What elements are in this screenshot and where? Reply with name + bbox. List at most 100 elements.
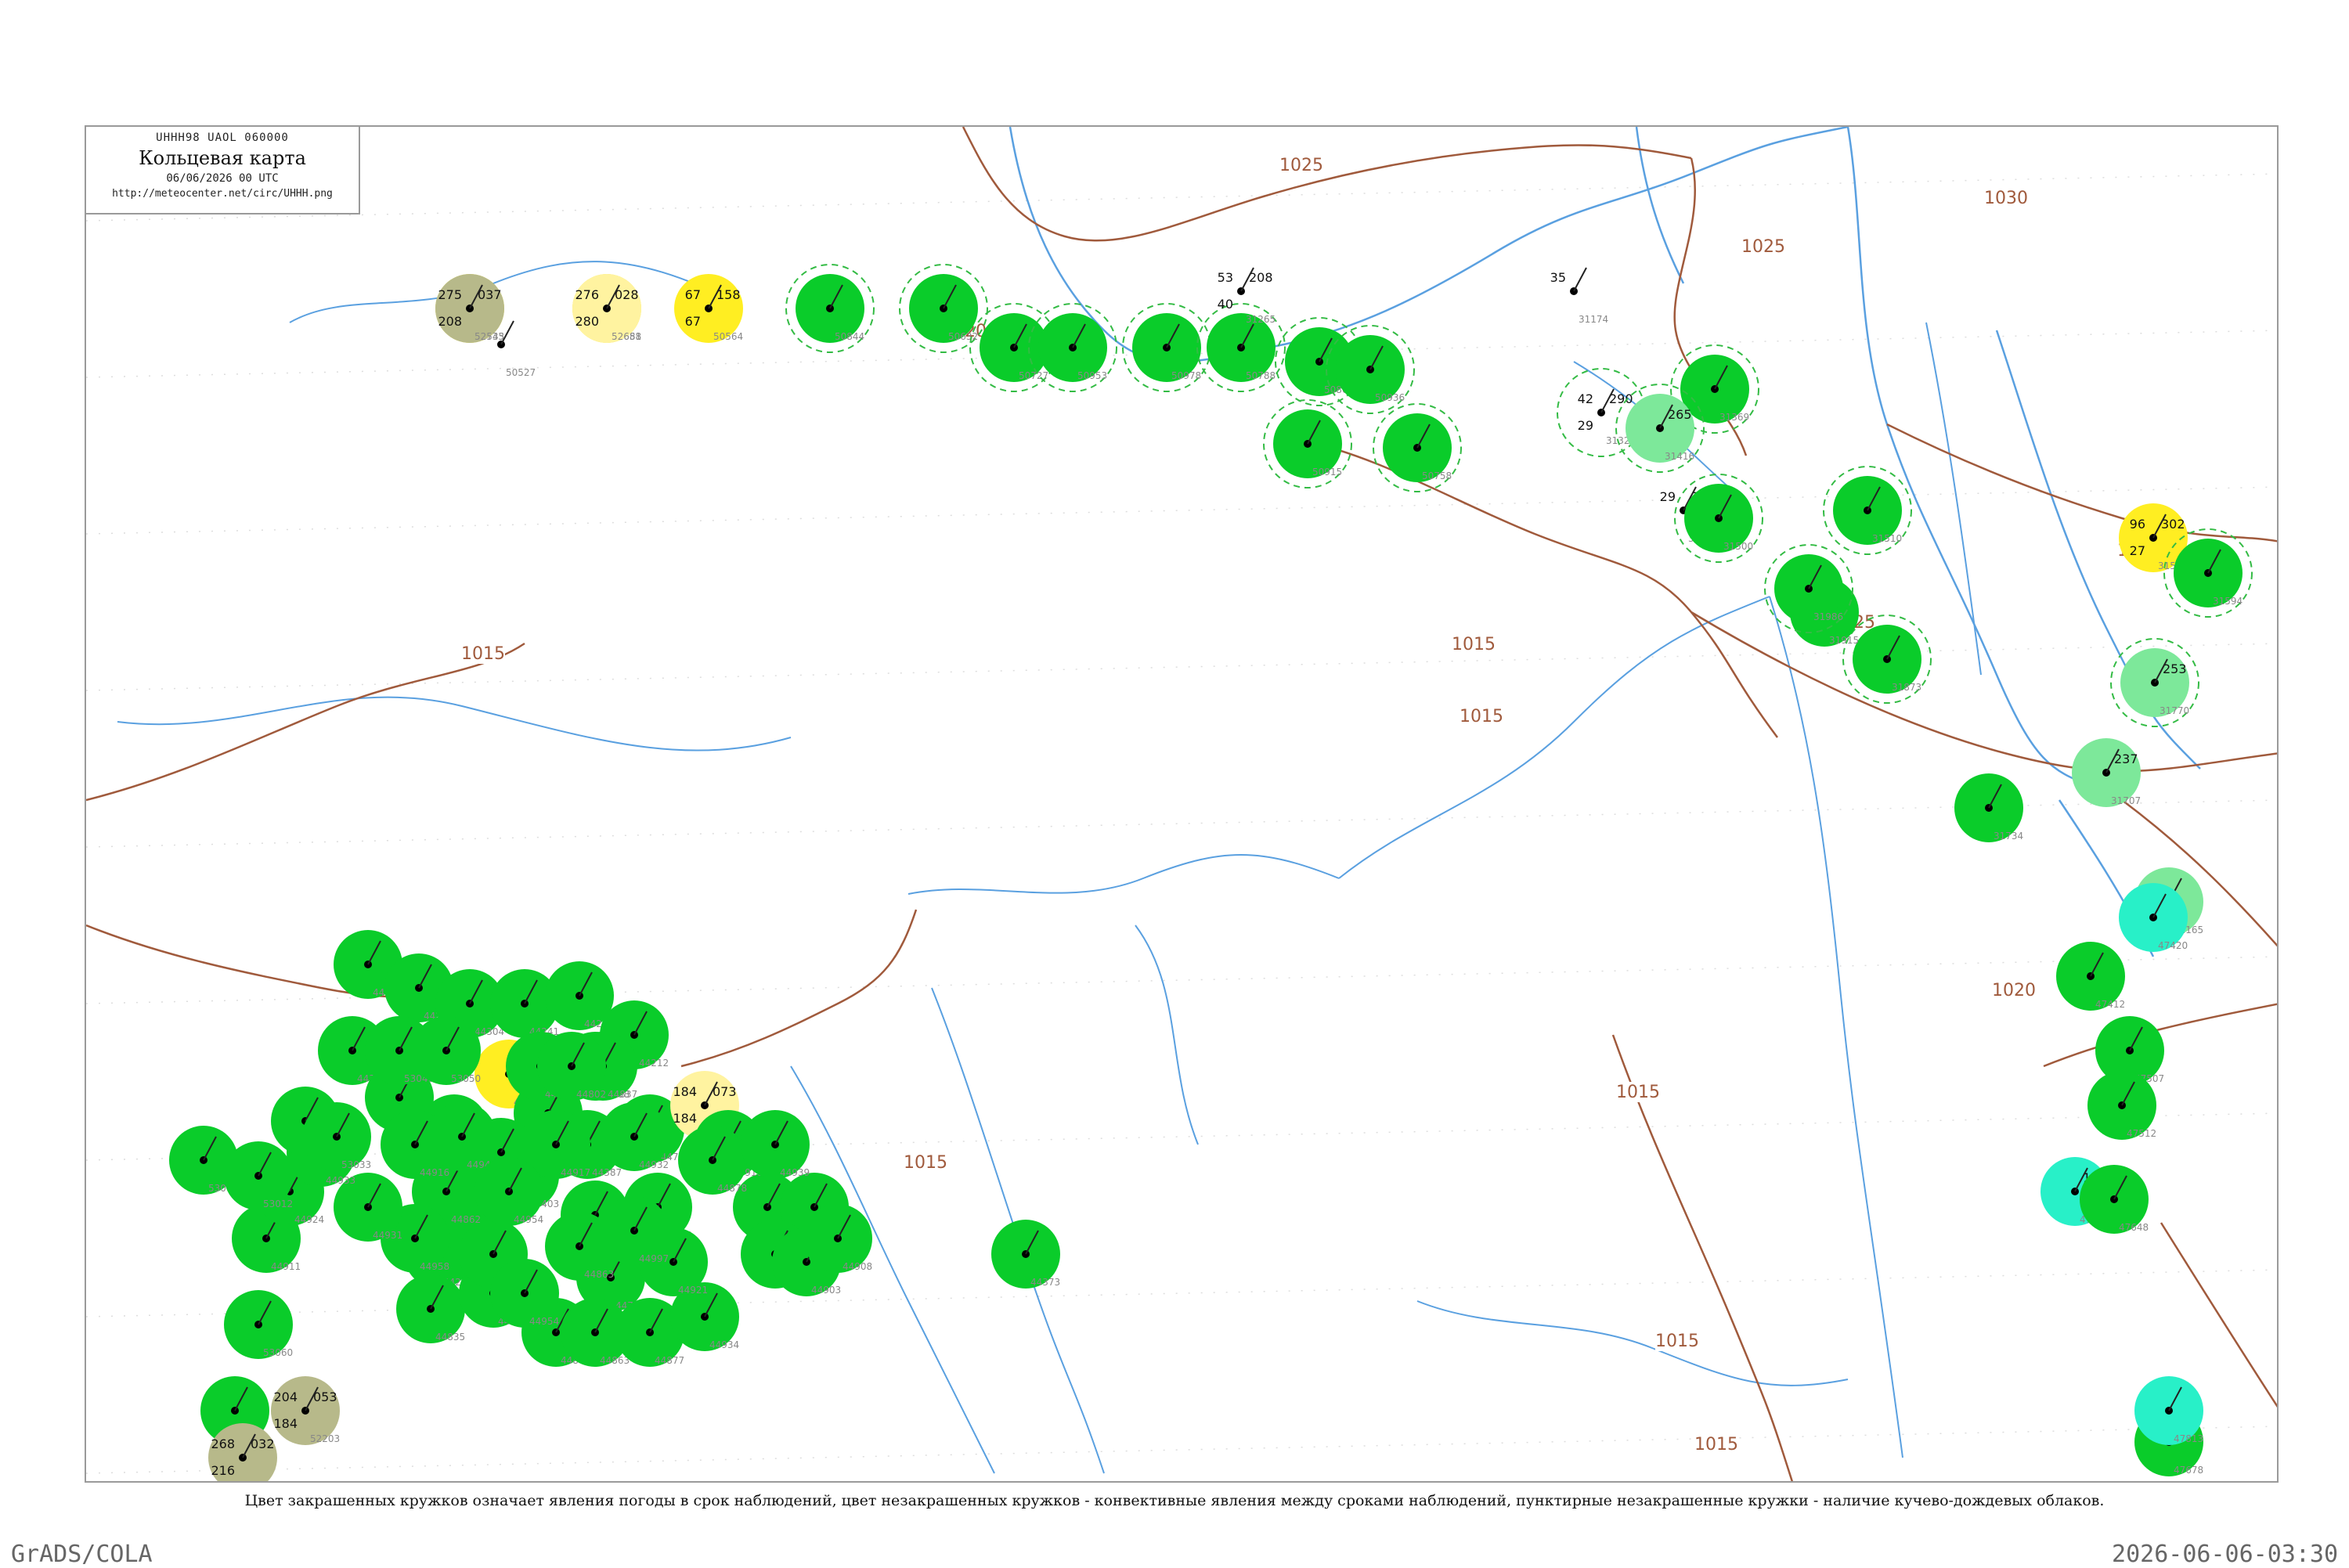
station-plot: 47648 (2080, 1165, 2149, 1234)
station-plot: 44835 (396, 1274, 465, 1343)
station-id: 50788 (1246, 370, 1276, 381)
station-plot: 275 037 208 52533 (435, 274, 504, 343)
footer-timestamp: 2026-06-06-03:30 (2112, 1541, 2338, 1568)
station-pressure: 208 (1249, 270, 1273, 285)
station-id: 44916 (420, 1167, 449, 1178)
river (907, 854, 1340, 895)
station-id: 47648 (2119, 1222, 2149, 1233)
station-id: 31915 (1829, 635, 1859, 646)
isobar-label: 1015 (1452, 635, 1496, 654)
station-id: 44954 (529, 1316, 559, 1327)
isobar (1886, 423, 2277, 542)
river (289, 261, 729, 323)
station-id: 44939 (780, 1167, 810, 1178)
station-id: 31770 (2160, 705, 2189, 716)
station-id: 44863 (600, 1355, 630, 1366)
station-plot: 44997 (600, 1196, 669, 1265)
station-id: 44958 (420, 1261, 449, 1272)
station-id: 44933 (326, 1175, 355, 1186)
station-plot: 50915 (1263, 399, 1352, 488)
station-id: 31174 (1579, 314, 1608, 325)
isobar-label: 1015 (1655, 1332, 1699, 1351)
station-temperature: 184 (673, 1084, 697, 1099)
station-temperature: 276 (575, 287, 599, 302)
station-plot: 44939 (741, 1110, 810, 1179)
station-plot: 53060 (224, 1290, 293, 1359)
station-plot: 44802 (537, 1032, 606, 1101)
station-pressure: 290 (1609, 391, 1633, 406)
station-id: 47813 (2174, 1433, 2203, 1444)
station-id: 50632 (948, 331, 978, 342)
map-canvas: 1025103010301020101510151015101510151020… (86, 127, 2277, 1481)
station-id: 31707 (2111, 795, 2141, 806)
isobar-label: 1025 (1741, 237, 1785, 257)
coastline (1846, 127, 2123, 802)
station-id: 44911 (271, 1261, 301, 1272)
station-pressure: 032 (251, 1436, 275, 1451)
graticule-line (86, 486, 2277, 535)
isobar (962, 127, 1692, 242)
stations-layer: 9217958507457816175506586715867505647750… (169, 264, 2253, 1481)
station-id: 44802 (576, 1089, 606, 1100)
graticule-line (86, 799, 2277, 848)
station-plot: 53050 (412, 1016, 481, 1085)
station-plot: 50844 (785, 264, 875, 353)
station-id: 31594 (2213, 596, 2243, 607)
station-plot: 237 31707 (2072, 738, 2141, 807)
station-id: 53050 (451, 1073, 481, 1084)
station-id: 31510 (1872, 533, 1902, 544)
isobar-label: 1030 (1984, 189, 2028, 208)
station-pressure: 253 (2163, 661, 2187, 676)
station-id: 44903 (811, 1285, 841, 1296)
isobar-label: 1015 (1616, 1083, 1660, 1102)
station-id: 31986 (1813, 611, 1843, 622)
station-id: 50527 (506, 367, 536, 378)
river (1338, 596, 1770, 879)
river (1769, 596, 1903, 1458)
map-title: Кольцевая карта (139, 147, 306, 169)
station-pressure: 265 (1668, 407, 1692, 422)
station-plot: 67 158 67 50564 (674, 274, 743, 343)
station-id: 50953 (1077, 370, 1107, 381)
station-dewpoint: 29 (1578, 418, 1593, 433)
map-frame: 1025103010301020101510151015101510151020… (85, 125, 2279, 1483)
wind-barb (1573, 267, 1587, 292)
station-id: 44924 (294, 1214, 324, 1225)
station-id: 44934 (709, 1339, 739, 1350)
station-plot: 47813 (2134, 1376, 2203, 1445)
station-id: 44373 (1030, 1277, 1060, 1288)
station-id: 47412 (2095, 999, 2125, 1010)
station-id: 52681 (612, 331, 641, 342)
station-id: 47678 (2174, 1465, 2203, 1476)
bulletin-code: UHHH98 UAOL 060000 (156, 132, 289, 144)
station-id: 44387 (592, 1167, 622, 1178)
station-plot: 44932 (600, 1102, 669, 1171)
isobar-label: 1025 (1279, 156, 1323, 175)
station-dewpoint: 216 (211, 1463, 235, 1478)
station-id: 44917 (561, 1167, 590, 1178)
isobar-label: 1015 (1460, 707, 1503, 726)
station-id: 44954 (514, 1214, 543, 1225)
coastline (1009, 127, 1849, 363)
station-pressure: 028 (615, 287, 639, 302)
station-plot: 31510 (1823, 466, 1912, 555)
station-plot: 44954 (490, 1259, 559, 1328)
station-plot: 276 028 280 52681 (572, 274, 641, 343)
station-id: 31416 (1665, 451, 1694, 462)
station-dewpoint: 67 (685, 314, 701, 329)
station-temperature: 204 (273, 1390, 298, 1404)
station-id: 50727 (1019, 370, 1048, 381)
footer-software: GrADS/COLA (11, 1541, 153, 1568)
station-plot: 44878 (678, 1126, 747, 1195)
graticule-line (86, 173, 2277, 222)
station-plot: 204 053 184 52203 (271, 1376, 340, 1445)
isobar-label: 1015 (1694, 1435, 1738, 1454)
station-id: 44304 (474, 1026, 504, 1037)
graticule-line (86, 1426, 2277, 1474)
station-id: 31734 (1994, 831, 2023, 842)
station-pressure: 073 (713, 1084, 737, 1099)
station-id: 44877 (655, 1355, 684, 1366)
station-id: 44863 (584, 1269, 614, 1280)
station-id: 47420 (2158, 940, 2188, 951)
isobar (1299, 438, 1779, 738)
